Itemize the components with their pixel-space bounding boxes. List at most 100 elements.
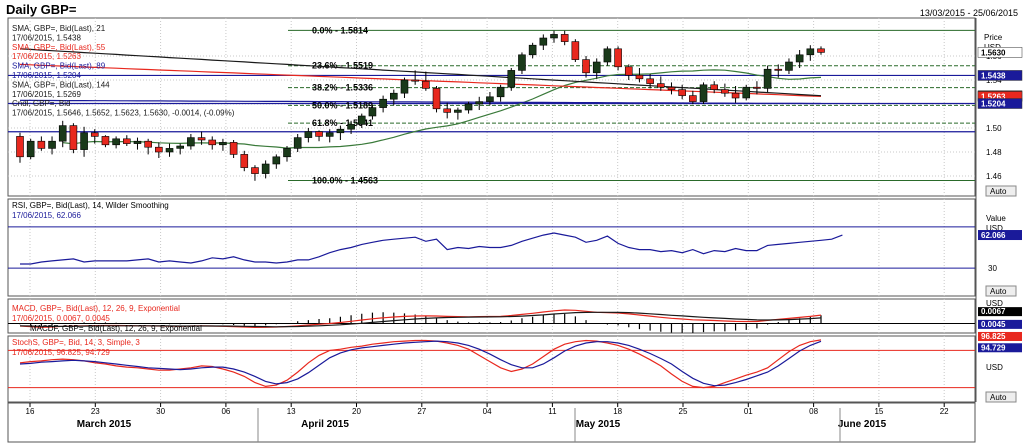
fib-label: 0.0% - 1.5814 [312, 25, 368, 35]
candle-body [48, 140, 56, 149]
price-tag-text: 1.5204 [981, 100, 1006, 109]
candle-body [293, 137, 302, 149]
candle-body [528, 44, 537, 56]
price-axis-title: Price [984, 33, 1003, 42]
x-tick-label: 16 [26, 407, 35, 416]
macd-title: MACD, GBP=, Bid(Last), 12, 26, 9, Expone… [12, 304, 180, 313]
candle-body [155, 146, 163, 153]
stoch-unit: USD [986, 363, 1003, 372]
candle-body [560, 34, 569, 42]
candle-body [699, 84, 708, 102]
pane-price [7, 17, 976, 197]
candle-body [603, 48, 612, 63]
candle-body [208, 139, 217, 146]
candle-body [635, 74, 644, 80]
candle-body [219, 142, 227, 146]
candle-body [389, 92, 398, 100]
candle-body [678, 89, 686, 96]
rsi-value-tag-text: 62.066 [981, 231, 1006, 240]
candle-body [315, 131, 323, 137]
legend-text: 17/06/2015, 1.5263 [12, 52, 82, 61]
candle-body [283, 148, 291, 158]
candle-body [624, 66, 633, 76]
candle-body [539, 37, 548, 46]
candle-body [454, 109, 462, 113]
x-month-label: May 2015 [576, 419, 621, 430]
candle-body [689, 95, 697, 102]
candle-body [357, 115, 366, 125]
candle-body [667, 86, 676, 90]
rsi-auto-label: Auto [990, 287, 1007, 296]
candle-body [731, 92, 740, 99]
candle-body [795, 54, 804, 63]
rsi-value-line: 17/06/2015, 62.066 [12, 211, 82, 220]
macd-value-line: 17/06/2015, 0.0067, 0.0045 [12, 314, 110, 323]
auto-label: Auto [990, 187, 1007, 196]
x-tick-label: 22 [940, 407, 949, 416]
candle-body [197, 137, 206, 141]
legend-text: 17/06/2015, 1.5204 [12, 71, 82, 80]
candle-body [37, 140, 46, 149]
rsi-tick-label: 30 [988, 264, 997, 273]
legend-text: 17/06/2015, 1.5646, 1.5652, 1.5623, 1.56… [12, 109, 235, 118]
candle-body [742, 86, 751, 99]
x-tick-label: 23 [91, 407, 100, 416]
legend-text: Cndl, GBP=, Bid [12, 99, 70, 108]
y-tick-label: 1.48 [986, 148, 1002, 157]
candle-body [165, 148, 174, 153]
x-tick-label: 11 [548, 407, 557, 416]
y-tick-label: 1.46 [986, 172, 1002, 181]
candle-body [187, 137, 195, 147]
macdf-title: MACDF, GBP=, Bid(Last), 12, 26, 9, Expon… [30, 324, 202, 333]
candle-body [261, 163, 270, 174]
legend-text: SMA, GBP=, Bid(Last), 144 [12, 80, 110, 89]
candle-body [443, 108, 452, 113]
candle-body [486, 96, 494, 102]
price-tag-text: 1.5630 [981, 48, 1006, 57]
candle-body [144, 140, 152, 148]
x-tick-label: 06 [221, 407, 230, 416]
legend-text: SMA, GBP=, Bid(Last), 21 [12, 24, 106, 33]
candle-body [379, 98, 387, 108]
candle-body [507, 70, 516, 88]
y-tick-label: 1.50 [986, 124, 1002, 133]
candle-body [272, 156, 281, 165]
candle-body [112, 138, 120, 146]
legend-text: SMA, GBP=, Bid(Last), 89 [12, 62, 106, 71]
x-tick-label: 18 [613, 407, 622, 416]
stoch-value-line: 17/06/2015, 96.825, 94.729 [12, 348, 110, 357]
candle-body [176, 145, 184, 149]
rsi-axis-title: Value [986, 214, 1006, 223]
fib-label: 100.0% - 1.4563 [312, 175, 378, 185]
candle-body [785, 61, 793, 71]
candle-body [774, 68, 783, 71]
candle-body [721, 89, 729, 94]
candle-body [411, 79, 419, 82]
candle-body [614, 48, 622, 68]
candle-body [347, 124, 355, 130]
candle-body [432, 88, 441, 110]
stoch-k-tag-text: 96.825 [981, 332, 1006, 341]
candle-body [763, 68, 772, 89]
candle-body [240, 154, 249, 168]
candle-body [496, 86, 505, 98]
x-month-label: March 2015 [77, 419, 132, 430]
chart-canvas[interactable]: 16 23 30 06 13 20 27 04 11 18 25 01 08 15 22 March 2015… [0, 0, 1024, 443]
candle-body [123, 138, 131, 144]
x-tick-label: 08 [809, 407, 818, 416]
x-tick-label: 30 [156, 407, 165, 416]
candle-body [90, 132, 99, 137]
candle-body [16, 136, 24, 158]
candle-body [518, 54, 526, 71]
candle-body [464, 103, 473, 111]
x-tick-label: 20 [352, 407, 361, 416]
candle-body [806, 48, 815, 56]
macd-signal-tag-text: 0.0045 [981, 320, 1006, 329]
candle-body [582, 59, 590, 74]
candle-body [656, 83, 665, 88]
candle-body [592, 61, 601, 74]
candle-body [571, 41, 580, 60]
candle-body [101, 136, 110, 146]
chart-window: Daily GBP= 13/03/2015 - 25/06/2015 16 23 3… [0, 0, 1024, 443]
x-tick-label: 25 [679, 407, 688, 416]
